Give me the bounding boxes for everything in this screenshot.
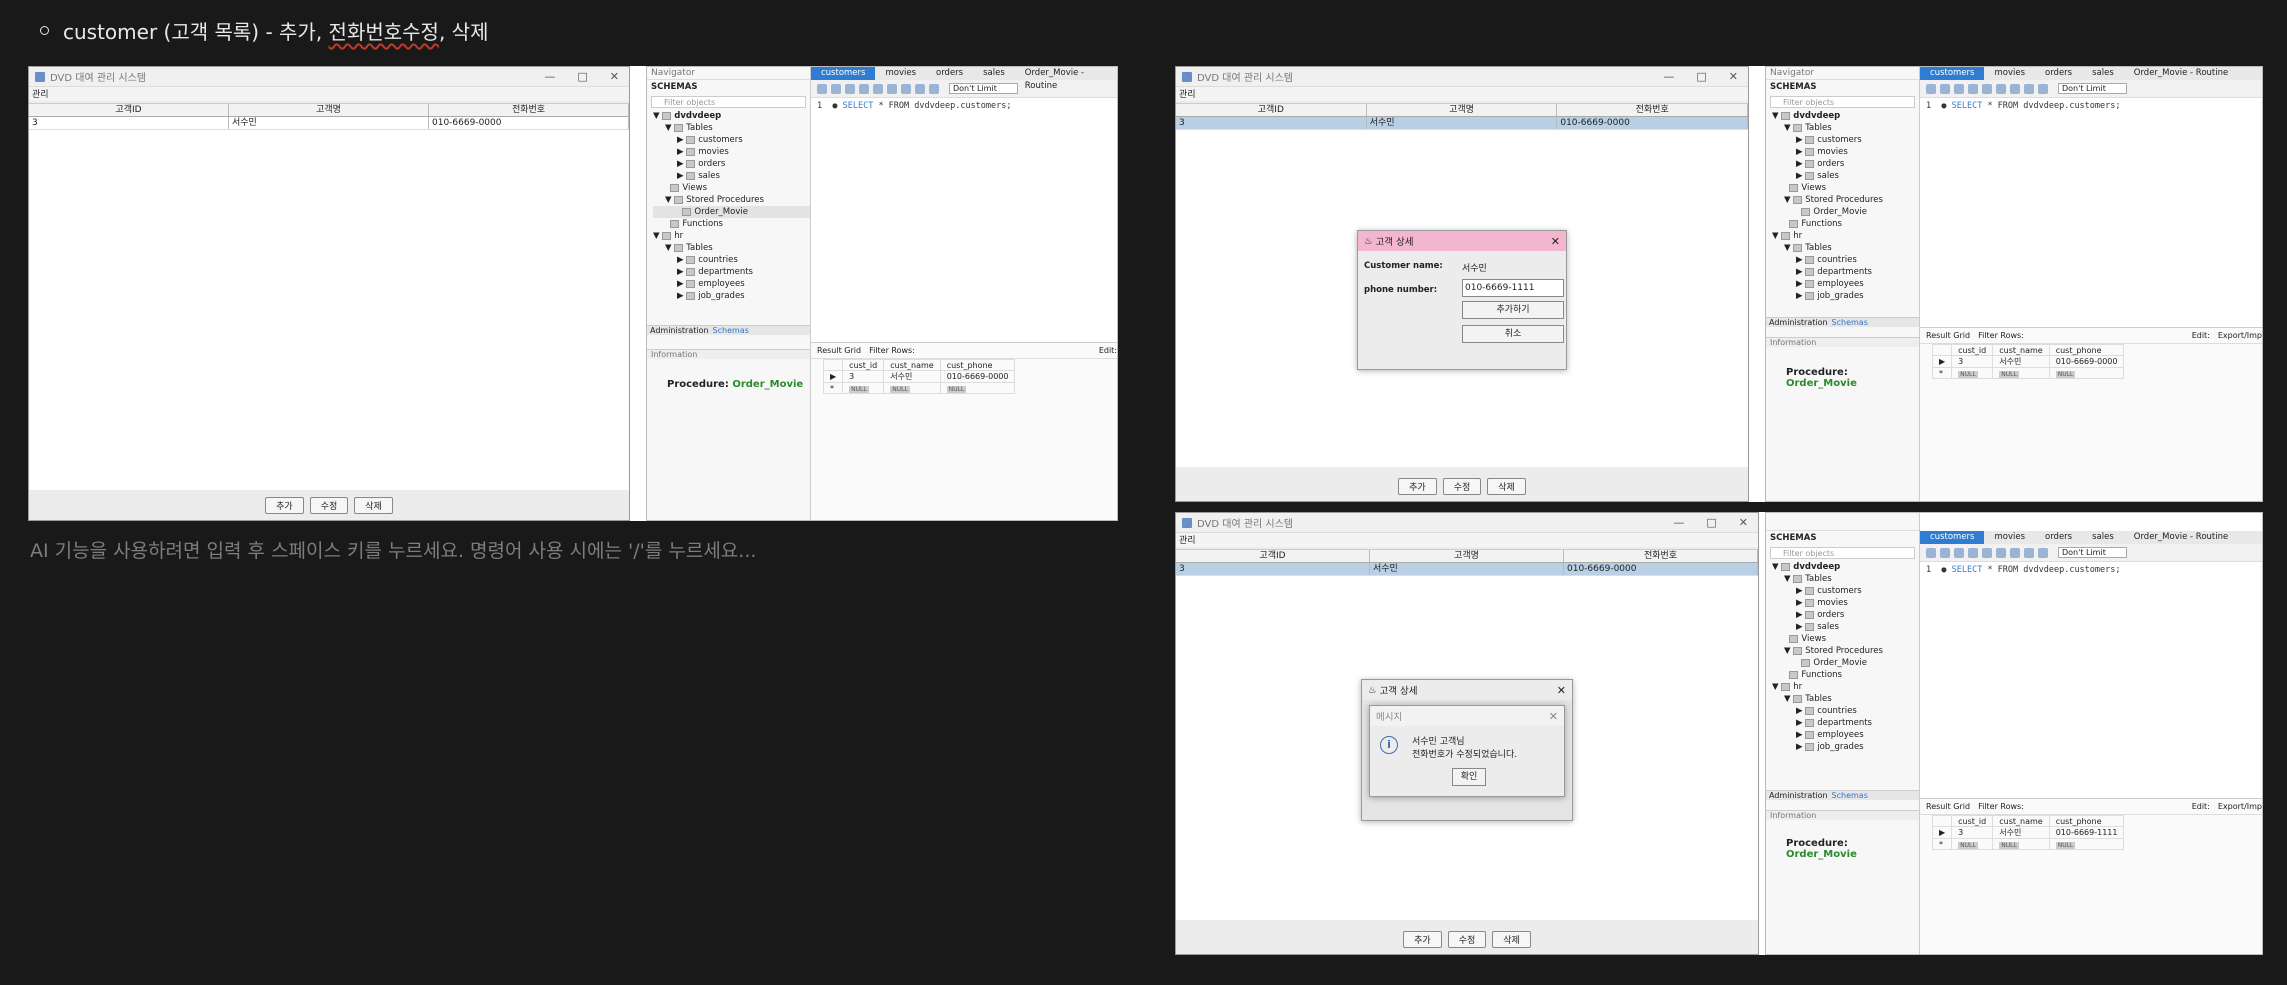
toggle-icon[interactable] [901, 83, 911, 94]
delete-button[interactable]: 삭제 [1487, 478, 1526, 495]
sql-editor[interactable]: customers movies orders sales Order_Movie - … [1920, 513, 2262, 954]
bullet-text: customer (고객 목록) - 추가, 전화번호수정, 삭제 [63, 20, 489, 44]
execute-line-icon[interactable] [859, 83, 869, 94]
java-icon: ♨ [1364, 235, 1373, 247]
limit-select[interactable]: Don't Limit [949, 83, 1018, 94]
dvd-app-window: DVD 대여 관리 시스템 — □ ✕ 관리 고객ID 고객명 전화번호 3 서수민 010-… [1175, 512, 1759, 955]
tab-administration[interactable]: Administration [1769, 791, 1828, 800]
limit-select[interactable]: Don't Limit [2058, 83, 2127, 94]
schema-tree[interactable]: ▼ dvdvdeep ▼ Tables ▶ customers ▶ movies… [1766, 561, 1919, 753]
customer-table: 고객ID 고객명 전화번호 3 서수민 010-6669-0000 [29, 103, 629, 490]
screenshot-2: DVD 대여 관리 시스템 — □ ✕ 관리 고객ID 고객명 전화번호 3 서수민 010-… [1175, 66, 2263, 502]
filter-input[interactable]: Filter objects [651, 96, 806, 108]
edit-button[interactable]: 수정 [1442, 478, 1482, 495]
edit-button[interactable]: 수정 [1447, 931, 1487, 948]
save-icon[interactable] [831, 83, 841, 94]
workbench-3: SCHEMAS Filter objects ▼ dvdvdeep ▼ Tabl… [1765, 512, 2263, 955]
result-grid[interactable]: cust_id cust_name cust_phone ▶ 3 서수민 010-6669… [822, 359, 1016, 394]
sql-editor[interactable]: customers movies orders sales Order_Movie - … [1920, 67, 2262, 501]
sql-editor[interactable]: customers movies orders sales Order_Movie - … [811, 67, 1117, 520]
menu-manage[interactable]: 관리 [29, 87, 629, 101]
minimize-icon[interactable]: — [544, 70, 555, 83]
schema-tree[interactable]: ▼ dvdvdeep ▼ Tables ▶ customers ▶ movies… [647, 110, 810, 302]
tab-administration[interactable]: Administration [1769, 318, 1828, 327]
ok-button[interactable]: 확인 [1452, 768, 1486, 786]
screenshot-3: DVD 대여 관리 시스템 — □ ✕ 관리 고객ID 고객명 전화번호 3 서수민 010-… [1175, 512, 2263, 955]
menu-manage[interactable]: 관리 [1176, 87, 1748, 101]
dvd-app-window: DVD 대여 관리 시스템 — □ ✕ 관리 고객ID 고객명 전화번호 3 서수민 010-… [1175, 66, 1749, 502]
schema-tree[interactable]: ▼ dvdvdeep ▼ Tables ▶ customers ▶ movies… [1766, 110, 1919, 302]
java-icon [35, 71, 45, 82]
tab-routine[interactable]: Order_Movie - Routine [1015, 67, 1117, 91]
screenshot-1: DVD 대여 관리 시스템 — □ ✕ 관리 고객ID 고객명 전화번호 3 서수민 010-… [28, 66, 1118, 521]
minimize-icon[interactable]: — [1663, 70, 1674, 83]
filter-input[interactable]: Filter objects [1770, 547, 1915, 559]
execute-icon[interactable] [845, 83, 855, 94]
bullet-item: customer (고객 목록) - 추가, 전화번호수정, 삭제 [40, 16, 488, 45]
edit-button[interactable]: 수정 [309, 497, 349, 514]
bullet-dot-icon [40, 26, 49, 35]
commit-icon[interactable] [915, 83, 925, 94]
tab-sales[interactable]: sales [973, 67, 1015, 80]
tab-schemas[interactable]: Schemas [1832, 318, 1868, 327]
tab-orders[interactable]: orders [926, 67, 973, 80]
editor-toolbar: Don't Limit [811, 80, 1117, 98]
maximize-icon[interactable]: □ [577, 70, 587, 83]
tab-schemas[interactable]: Schemas [1832, 791, 1868, 800]
workbench-1: Navigator SCHEMAS Filter objects ▼ dvdvd… [646, 66, 1118, 521]
tab-movies[interactable]: movies [875, 67, 926, 80]
filter-input[interactable]: Filter objects [1770, 96, 1915, 108]
tab-customers[interactable]: customers [811, 67, 876, 80]
table-row[interactable]: 3 서수민 010-6669-0000 [1176, 117, 1749, 130]
message-dialog: 메시지 ✕ i 서수민 고객님 전화번호가 수정되었습니다. 확인 [1369, 705, 1565, 797]
close-icon[interactable]: ✕ [1549, 710, 1558, 723]
cancel-button[interactable]: 취소 [1462, 325, 1564, 343]
window-title: DVD 대여 관리 시스템 [50, 73, 147, 84]
table-row[interactable]: 3 서수민 010-6669-0000 [1176, 563, 1758, 576]
dvd-app-window: DVD 대여 관리 시스템 — □ ✕ 관리 고객ID 고객명 전화번호 3 서수민 010-… [28, 66, 630, 521]
add-button[interactable]: 추가 [1398, 478, 1437, 495]
add-button[interactable]: 추가 [265, 497, 304, 514]
close-icon[interactable]: ✕ [610, 70, 619, 83]
tab-administration[interactable]: Administration [650, 326, 709, 335]
close-icon[interactable]: ✕ [1739, 516, 1748, 529]
limit-select[interactable]: Don't Limit [2058, 547, 2127, 558]
close-icon[interactable]: ✕ [1729, 70, 1738, 83]
tab-schemas[interactable]: Schemas [713, 326, 749, 335]
col-header[interactable]: 고객ID [29, 104, 229, 116]
rollback-icon[interactable] [929, 83, 939, 94]
add-button[interactable]: 추가 [1403, 931, 1442, 948]
java-icon [1182, 517, 1192, 528]
close-icon[interactable]: ✕ [1557, 684, 1566, 697]
explain-icon[interactable] [873, 83, 883, 94]
minimize-icon[interactable]: — [1673, 516, 1684, 529]
add-confirm-button[interactable]: 추가하기 [1462, 301, 1564, 319]
sql-code[interactable]: 1 ● SELECT * FROM dvdvdeep.customers; [811, 98, 1117, 114]
customer-detail-dialog: ♨ 고객 상세 ✕ Customer name: 서수민 phone number… [1357, 230, 1567, 370]
result-panel: Result Grid Filter Rows: Edit: Export/Imp c… [1920, 327, 2262, 501]
table-row[interactable]: 3 서수민 010-6669-0000 [29, 117, 629, 130]
delete-button[interactable]: 삭제 [1492, 931, 1531, 948]
maximize-icon[interactable]: □ [1706, 516, 1716, 529]
ai-hint-text: AI 기능을 사용하려면 입력 후 스페이스 키를 누르세요. 명령어 사용 시… [30, 540, 757, 562]
menu-manage[interactable]: 관리 [1176, 533, 1758, 547]
navigator-panel: Navigator SCHEMAS Filter objects ▼ dvdvd… [647, 67, 811, 520]
col-header[interactable]: 전화번호 [429, 104, 629, 116]
result-panel: Result Grid Filter Rows: Edit: Export/Imp c… [1920, 798, 2262, 954]
result-panel: Result Grid Filter Rows: Edit: cust_id cust… [811, 342, 1117, 520]
result-grid[interactable]: cust_id cust_name cust_phone ▶ 3 서수민 010-6669… [1931, 344, 2125, 379]
stop-icon[interactable] [887, 83, 897, 94]
maximize-icon[interactable]: □ [1696, 70, 1706, 83]
col-header[interactable]: 고객명 [229, 104, 429, 116]
delete-button[interactable]: 삭제 [354, 497, 393, 514]
result-grid[interactable]: cust_id cust_name cust_phone ▶ 3 서수민 010-6669… [1931, 815, 2125, 850]
java-icon [1182, 71, 1192, 82]
info-icon: i [1380, 736, 1398, 754]
phone-field[interactable]: 010-6669-1111 [1462, 279, 1564, 297]
close-icon[interactable]: ✕ [1551, 235, 1560, 248]
open-icon[interactable] [817, 83, 827, 94]
workbench-2: Navigator SCHEMAS Filter objects ▼ dvdvd… [1765, 66, 2263, 502]
